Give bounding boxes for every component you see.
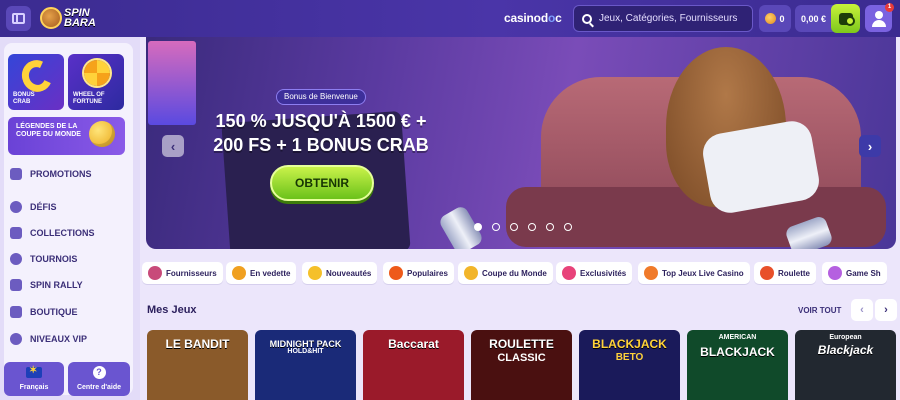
balance-value: 0,00 €	[801, 13, 827, 24]
question-icon: ?	[92, 366, 106, 379]
hero-title: 150 % JUSQU'À 1500 € + 200 FS + 1 BONUS …	[213, 111, 429, 155]
poster-decoration	[148, 41, 196, 125]
game-show-icon	[828, 266, 842, 280]
sidebar-item-boutique[interactable]: Boutique	[10, 302, 78, 322]
game-card-european-blackjack[interactable]: European Blackjack	[795, 330, 896, 400]
sidebar-toggle-icon	[12, 13, 25, 24]
search-box[interactable]	[573, 5, 753, 32]
eu-flag-icon	[26, 365, 42, 378]
sidebar-toggle-button[interactable]	[6, 6, 31, 31]
search-input[interactable]	[599, 13, 749, 24]
bonus-crab-tile[interactable]: Bonus Crab	[8, 54, 64, 110]
welcome-bonus-pill: Bonus de Bienvenue	[276, 89, 366, 105]
target-icon	[10, 201, 22, 213]
game-card-midnight-pack[interactable]: MIDNIGHT PACK HOLD&HIT	[255, 330, 356, 400]
category-coupe-du-monde[interactable]: Coupe du Monde	[458, 262, 553, 284]
shop-icon	[10, 306, 22, 318]
capybara-logo-icon	[40, 7, 62, 29]
providers-icon	[148, 266, 162, 280]
trophy-icon	[10, 253, 22, 265]
game-card-baccarat[interactable]: Baccarat	[363, 330, 464, 400]
coin-icon	[765, 13, 777, 24]
wallet-icon	[838, 12, 855, 26]
wheel-icon	[84, 60, 110, 86]
category-fournisseurs[interactable]: Fournisseurs	[142, 262, 223, 284]
carousel-dot[interactable]	[492, 223, 500, 231]
game-card-le-bandit[interactable]: LE BANDIT	[147, 330, 248, 400]
roulette-icon	[760, 266, 774, 280]
language-button[interactable]: Français	[4, 362, 64, 396]
sidebar-item-niveaux-vip[interactable]: Niveaux VIP	[10, 329, 87, 349]
coins-value: 0	[779, 13, 785, 24]
see-all-link[interactable]: VOIR TOUT	[798, 306, 841, 315]
games-next-button[interactable]: ›	[875, 299, 897, 321]
vip-icon	[10, 333, 22, 345]
featured-icon	[232, 266, 246, 280]
obtenir-button[interactable]: OBTENIR	[270, 165, 374, 201]
carousel-dot[interactable]	[510, 223, 518, 231]
category-nouveautes[interactable]: Nouveautés	[302, 262, 378, 284]
football-trophy-icon	[89, 121, 115, 147]
football-icon	[464, 266, 478, 280]
sidebar-item-defis[interactable]: Défis	[10, 197, 57, 217]
game-card-roulette-classic[interactable]: ROULETTE CLASSIC	[471, 330, 572, 400]
gift-icon	[10, 168, 22, 180]
category-roulette[interactable]: Roulette	[754, 262, 816, 284]
category-populaires[interactable]: Populaires	[383, 262, 454, 284]
star-icon	[644, 266, 658, 280]
coins-button[interactable]: 0	[759, 5, 791, 32]
sidebar-item-spin-rally[interactable]: Spin Rally	[10, 275, 83, 295]
flag-icon	[10, 279, 22, 291]
category-en-vedette[interactable]: En vedette	[226, 262, 297, 284]
new-icon	[308, 266, 322, 280]
carousel-dot[interactable]	[474, 223, 482, 231]
collection-icon	[10, 227, 22, 239]
user-icon	[874, 11, 883, 19]
category-bar: Fournisseurs En vedette Nouveautés Popul…	[142, 262, 900, 284]
game-card-blackjack-beto[interactable]: BLACKJACK BETO	[579, 330, 680, 400]
category-top-jeux-live-casino[interactable]: Top Jeux Live Casino	[638, 262, 750, 284]
carousel-dots	[474, 223, 572, 231]
hero-banner[interactable]: Bonus de Bienvenue 150 % JUSQU'À 1500 € …	[146, 37, 896, 249]
site-logo[interactable]: SPIN BARA	[40, 5, 106, 31]
sidebar-item-tournois[interactable]: Tournois	[10, 249, 77, 269]
carousel-dot[interactable]	[564, 223, 572, 231]
world-cup-legends-tile[interactable]: Légendes de la Coupe du Monde	[8, 117, 125, 155]
category-game-shows[interactable]: Game Sh	[822, 262, 887, 284]
user-profile-button[interactable]: 1	[865, 3, 894, 32]
games-prev-button[interactable]: ‹	[851, 299, 873, 321]
notification-badge: 1	[885, 3, 894, 12]
diamond-icon	[562, 266, 576, 280]
category-exclusivites[interactable]: Exclusivités	[556, 262, 633, 284]
carousel-dot[interactable]	[546, 223, 554, 231]
search-icon	[582, 13, 592, 24]
sidebar-item-collections[interactable]: Collections	[10, 223, 95, 243]
deposit-button[interactable]	[831, 4, 860, 33]
logo-text-line2: BARA	[64, 17, 96, 29]
carousel-dot[interactable]	[528, 223, 536, 231]
mes-jeux-title: Mes Jeux	[147, 304, 197, 316]
partner-logo: casinodoc	[504, 11, 562, 25]
carousel-next-button[interactable]: ›	[859, 135, 881, 157]
top-bar: SPIN BARA casinodoc 0 0,00 € 1	[0, 0, 900, 37]
game-card-american-blackjack[interactable]: AMERICAN BLACKJACK	[687, 330, 788, 400]
fire-icon	[389, 266, 403, 280]
wheel-of-fortune-tile[interactable]: Wheel of Fortune	[68, 54, 124, 110]
carousel-prev-button[interactable]: ‹	[162, 135, 184, 157]
crab-c-icon	[17, 55, 57, 97]
sidebar-item-promotions[interactable]: Promotions	[10, 164, 92, 184]
help-center-button[interactable]: ? Centre d'aide	[68, 362, 130, 396]
